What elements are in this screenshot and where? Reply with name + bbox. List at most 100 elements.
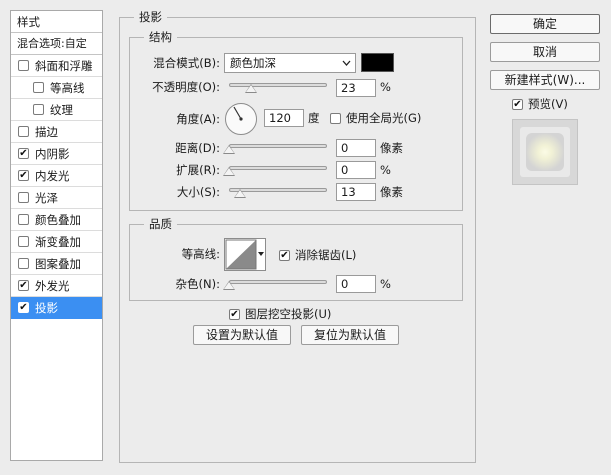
style-item-label: 颜色叠加 <box>35 212 81 227</box>
style-list-item[interactable]: ✔ 外发光 <box>11 275 102 297</box>
global-light-check[interactable] <box>330 112 341 124</box>
preview-label: 预览(V) <box>528 97 568 111</box>
noise-slider-track[interactable] <box>229 280 327 284</box>
shadow-color-swatch[interactable] <box>361 53 394 72</box>
style-item-checkbox[interactable]: ✔ <box>18 170 29 181</box>
spread-slider-track[interactable] <box>229 166 327 170</box>
reset-default-button[interactable]: 复位为默认值 <box>301 325 399 345</box>
new-style-button[interactable]: 新建样式(W)... <box>490 70 600 90</box>
size-input[interactable]: 13 <box>336 183 376 201</box>
style-item-label: 描边 <box>35 124 58 139</box>
style-list: 样式 混合选项:自定 斜面和浮雕等高线纹理描边 ✔ 内阴影 ✔ 内发光光泽颜色叠加渐变叠… <box>10 10 103 461</box>
distance-unit: 像素 <box>380 141 403 155</box>
style-list-item[interactable]: 光泽 <box>11 187 102 209</box>
opacity-slider-thumb[interactable] <box>245 84 257 93</box>
style-item-checkbox[interactable]: ✔ <box>18 148 29 159</box>
spread-input[interactable]: 0 <box>336 161 376 179</box>
style-list-item[interactable]: 图案叠加 <box>11 253 102 275</box>
style-list-item[interactable]: 纹理 <box>11 99 102 121</box>
style-item-checkbox[interactable] <box>18 126 29 137</box>
checkmark-icon: ✔ <box>19 170 28 181</box>
size-slider-thumb[interactable] <box>234 189 246 198</box>
style-list-item[interactable]: 颜色叠加 <box>11 209 102 231</box>
contour-label: 等高线: <box>181 247 220 261</box>
panel-title: 投影 <box>134 10 167 24</box>
knockout-label: 图层挖空投影(U) <box>245 307 332 321</box>
style-item-label: 渐变叠加 <box>35 234 81 249</box>
blend-mode-label: 混合模式(B): <box>153 56 220 70</box>
distance-slider-thumb[interactable] <box>223 145 235 154</box>
angle-label: 角度(A): <box>176 112 220 126</box>
style-item-checkbox[interactable] <box>33 82 44 93</box>
opacity-input[interactable]: 23 <box>336 79 376 97</box>
style-item-label: 内阴影 <box>35 146 70 161</box>
preview-check[interactable]: ✔ <box>512 98 523 110</box>
style-item-label: 内发光 <box>35 168 70 183</box>
contour-picker[interactable] <box>224 238 266 271</box>
style-item-checkbox[interactable] <box>33 104 44 115</box>
spread-unit: % <box>380 163 391 177</box>
style-list-item[interactable]: ✔ 投影 <box>11 297 102 319</box>
style-list-item[interactable]: ✔ 内发光 <box>11 165 102 187</box>
style-item-checkbox[interactable]: ✔ <box>18 302 29 313</box>
distance-slider-track[interactable] <box>229 144 327 148</box>
style-item-checkbox[interactable]: ✔ <box>18 280 29 291</box>
make-default-button[interactable]: 设置为默认值 <box>193 325 291 345</box>
style-list-item[interactable]: 渐变叠加 <box>11 231 102 253</box>
style-item-checkbox[interactable] <box>18 214 29 225</box>
checkmark-icon: ✔ <box>19 280 28 291</box>
style-preview-thumbnail <box>512 119 578 185</box>
blend-mode-value: 颜色加深 <box>230 56 276 70</box>
checkmark-icon: ✔ <box>19 302 28 313</box>
opacity-unit: % <box>380 80 391 94</box>
style-item-label: 投影 <box>35 300 58 315</box>
checkmark-icon: ✔ <box>230 308 239 320</box>
anti-alias-check[interactable]: ✔ <box>279 249 290 261</box>
noise-unit: % <box>380 277 391 291</box>
anti-alias-label: 消除锯齿(L) <box>295 248 357 262</box>
distance-input[interactable]: 0 <box>336 139 376 157</box>
noise-slider-thumb[interactable] <box>223 281 235 290</box>
distance-label: 距离(D): <box>175 141 220 155</box>
cancel-button[interactable]: 取消 <box>490 42 600 62</box>
style-item-checkbox[interactable] <box>18 60 29 71</box>
structure-title: 结构 <box>144 30 177 44</box>
quality-title: 品质 <box>144 217 177 231</box>
angle-input[interactable]: 120 <box>264 109 304 127</box>
style-list-item[interactable]: 斜面和浮雕 <box>11 55 102 77</box>
style-list-item[interactable]: 描边 <box>11 121 102 143</box>
ok-button[interactable]: 确定 <box>490 14 600 34</box>
noise-label: 杂色(N): <box>175 277 220 291</box>
size-label: 大小(S): <box>176 185 220 199</box>
style-list-item[interactable]: 等高线 <box>11 77 102 99</box>
global-light-checkbox[interactable]: 使用全局光(G) <box>330 110 421 126</box>
noise-input[interactable]: 0 <box>336 275 376 293</box>
style-item-label: 纹理 <box>50 102 73 117</box>
global-light-label: 使用全局光(G) <box>346 111 422 125</box>
opacity-label: 不透明度(O): <box>152 80 220 94</box>
anti-alias-checkbox[interactable]: ✔ 消除锯齿(L) <box>279 247 356 263</box>
angle-dial-icon[interactable] <box>224 102 258 136</box>
style-item-checkbox[interactable] <box>18 192 29 203</box>
knockout-check[interactable]: ✔ <box>229 308 240 320</box>
style-item-label: 光泽 <box>35 190 58 205</box>
style-item-label: 图案叠加 <box>35 256 81 271</box>
checkmark-icon: ✔ <box>513 98 522 110</box>
opacity-slider-track[interactable] <box>229 83 327 87</box>
style-item-checkbox[interactable] <box>18 236 29 247</box>
knockout-checkbox[interactable]: ✔ 图层挖空投影(U) <box>229 306 331 322</box>
checkmark-icon: ✔ <box>19 148 28 159</box>
spread-label: 扩展(R): <box>176 163 220 177</box>
contour-curve-icon <box>225 239 257 270</box>
style-item-checkbox[interactable] <box>18 258 29 269</box>
blend-options-item[interactable]: 混合选项:自定 <box>11 33 102 55</box>
blend-mode-select[interactable]: 颜色加深 <box>224 53 356 73</box>
style-list-header[interactable]: 样式 <box>11 11 102 33</box>
style-item-label: 等高线 <box>50 80 85 95</box>
spread-slider-thumb[interactable] <box>223 167 235 176</box>
chevron-down-icon <box>258 252 264 256</box>
style-list-item[interactable]: ✔ 内阴影 <box>11 143 102 165</box>
angle-unit: 度 <box>308 111 320 125</box>
preview-checkbox[interactable]: ✔ 预览(V) <box>512 96 568 112</box>
chevron-down-icon <box>342 54 351 79</box>
